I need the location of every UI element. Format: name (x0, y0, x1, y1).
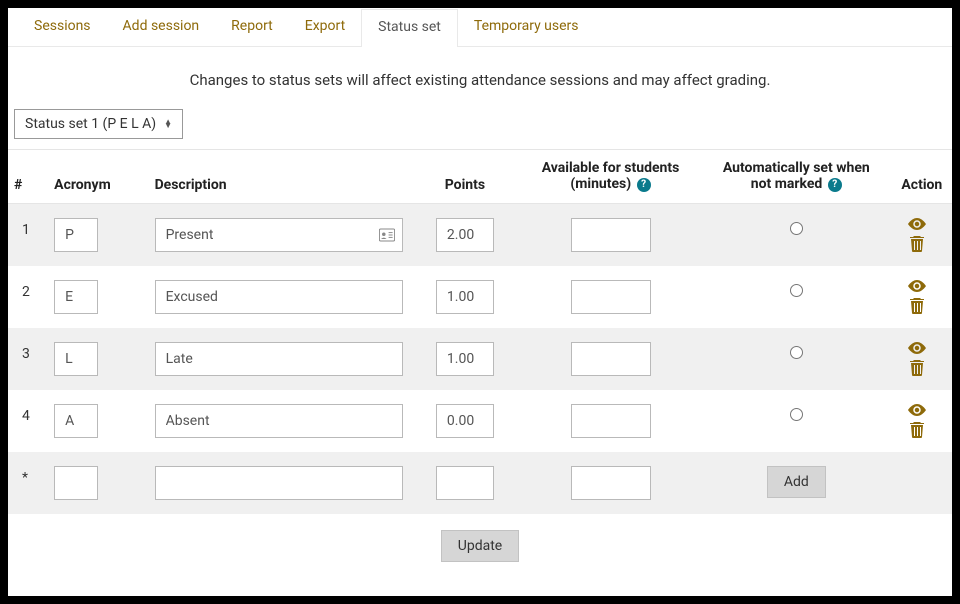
help-icon[interactable]: ? (828, 178, 842, 192)
auto-set-radio[interactable] (790, 284, 803, 297)
points-input[interactable] (436, 218, 494, 252)
minutes-input[interactable] (571, 280, 651, 314)
acronym-input[interactable] (54, 466, 98, 500)
description-input[interactable] (155, 404, 403, 438)
trash-icon[interactable] (910, 422, 924, 438)
tabs-nav: Sessions Add session Report Export Statu… (8, 8, 952, 47)
row-number: 2 (8, 266, 48, 328)
auto-set-radio[interactable] (790, 222, 803, 235)
tab-sessions[interactable]: Sessions (18, 8, 107, 46)
header-available: Available for students (minutes) ? (520, 150, 701, 204)
minutes-input[interactable] (571, 466, 651, 500)
update-button[interactable]: Update (441, 530, 519, 562)
tab-temporary-users[interactable]: Temporary users (458, 8, 595, 46)
acronym-input[interactable] (54, 404, 98, 438)
select-sort-icon: ▲▼ (164, 120, 172, 128)
acronym-input[interactable] (54, 218, 98, 252)
minutes-input[interactable] (571, 404, 651, 438)
tab-status-set[interactable]: Status set (361, 9, 458, 47)
tab-export[interactable]: Export (289, 8, 361, 46)
header-action: Action (892, 150, 952, 204)
tab-add-session[interactable]: Add session (107, 8, 216, 46)
description-input[interactable] (155, 466, 403, 500)
eye-icon[interactable] (908, 218, 926, 230)
description-input[interactable] (155, 342, 403, 376)
trash-icon[interactable] (910, 236, 924, 252)
minutes-input[interactable] (571, 342, 651, 376)
row-number: 3 (8, 328, 48, 390)
header-description: Description (149, 150, 410, 204)
minutes-input[interactable] (571, 218, 651, 252)
row-number: 1 (8, 203, 48, 266)
table-row-new: * Add (8, 452, 952, 514)
warning-message: Changes to status sets will affect exist… (8, 47, 952, 109)
status-table: # Acronym Description Points Available f… (8, 149, 952, 514)
table-row: 1 (8, 203, 952, 266)
points-input[interactable] (436, 342, 494, 376)
header-points: Points (410, 150, 520, 204)
description-input[interactable] (155, 218, 403, 252)
auto-set-radio[interactable] (790, 408, 803, 421)
description-input[interactable] (155, 280, 403, 314)
eye-icon[interactable] (908, 280, 926, 292)
header-number: # (8, 150, 48, 204)
status-set-select[interactable]: Status set 1 (P E L A) ▲▼ (14, 109, 183, 139)
row-number: 4 (8, 390, 48, 452)
trash-icon[interactable] (910, 298, 924, 314)
table-row: 2 (8, 266, 952, 328)
status-set-select-label: Status set 1 (P E L A) (25, 116, 156, 132)
row-number: * (8, 452, 48, 514)
header-auto-set: Automatically set when not marked ? (701, 150, 892, 204)
eye-icon[interactable] (908, 404, 926, 416)
acronym-input[interactable] (54, 280, 98, 314)
acronym-input[interactable] (54, 342, 98, 376)
add-button[interactable]: Add (767, 466, 826, 498)
tab-report[interactable]: Report (215, 8, 289, 46)
eye-icon[interactable] (908, 342, 926, 354)
points-input[interactable] (436, 466, 494, 500)
table-row: 4 (8, 390, 952, 452)
help-icon[interactable]: ? (637, 178, 651, 192)
table-row: 3 (8, 328, 952, 390)
trash-icon[interactable] (910, 360, 924, 376)
header-acronym: Acronym (48, 150, 148, 204)
points-input[interactable] (436, 404, 494, 438)
points-input[interactable] (436, 280, 494, 314)
auto-set-radio[interactable] (790, 346, 803, 359)
